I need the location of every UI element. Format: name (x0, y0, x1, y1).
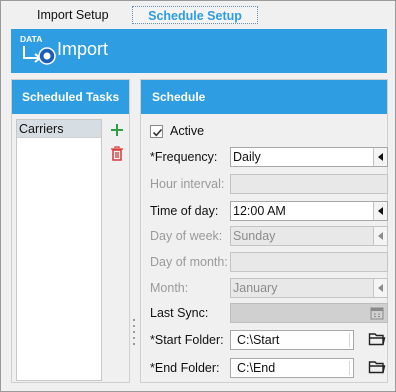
last-sync-label: Last Sync: (150, 306, 209, 320)
day-of-month-label: Day of month: (150, 255, 228, 269)
list-item[interactable]: Carriers (17, 120, 101, 138)
task-list[interactable]: Carriers (16, 119, 102, 381)
page-title: Import (57, 39, 109, 59)
time-of-day-select[interactable]: 12:00 AM (230, 201, 388, 221)
schedule-heading: Schedule (141, 80, 387, 114)
tab-schedule-setup[interactable]: Schedule Setup (132, 6, 258, 24)
splitter-grip[interactable] (133, 319, 136, 349)
time-of-day-label: Time of day: (150, 204, 219, 218)
folder-icon[interactable] (368, 331, 386, 347)
hour-interval-input (230, 174, 388, 194)
active-checkbox[interactable] (150, 125, 163, 138)
trash-icon[interactable] (109, 145, 125, 161)
end-folder-row: *End Folder: C:\End (150, 358, 388, 378)
month-select: January (230, 278, 388, 298)
window: Import Setup Schedule Setup DATA Import … (0, 0, 396, 392)
start-folder-row: *Start Folder: C:\Start (150, 330, 388, 350)
hour-interval-row: Hour interval: (150, 174, 388, 194)
scheduled-tasks-panel: Scheduled Tasks Carriers (11, 79, 130, 383)
start-folder-label: *Start Folder: (150, 333, 224, 347)
data-import-logo: DATA (20, 34, 56, 65)
dropdown-arrow-icon (373, 227, 387, 245)
frequency-value: Daily (233, 150, 261, 164)
start-folder-input[interactable]: C:\Start (230, 330, 354, 350)
tab-bar: Import Setup Schedule Setup (1, 1, 395, 28)
day-of-week-value: Sunday (233, 229, 276, 243)
active-row: Active (150, 122, 388, 142)
page-header: DATA Import (11, 29, 387, 73)
schedule-panel: Schedule Active *Frequency: Daily Hour i… (140, 79, 388, 383)
folder-icon[interactable] (368, 359, 386, 375)
day-of-week-row: Day of week: Sunday (150, 226, 388, 246)
day-of-week-select: Sunday (230, 226, 388, 246)
calendar-icon (370, 307, 384, 320)
frequency-row: *Frequency: Daily (150, 147, 388, 167)
dropdown-arrow-icon (373, 279, 387, 297)
check-icon (152, 128, 163, 137)
plus-icon[interactable] (109, 122, 125, 138)
day-of-week-label: Day of week: (150, 229, 223, 243)
month-value: January (233, 281, 278, 295)
end-folder-input[interactable]: C:\End (230, 358, 354, 378)
last-sync-row: Last Sync: (150, 303, 388, 323)
month-row: Month: January (150, 278, 388, 298)
svg-text:DATA: DATA (20, 34, 42, 44)
frequency-label: *Frequency: (150, 150, 218, 164)
dropdown-arrow-icon[interactable] (373, 202, 387, 220)
month-label: Month: (150, 281, 189, 295)
tab-import-setup[interactable]: Import Setup (37, 6, 109, 24)
frequency-select[interactable]: Daily (230, 147, 388, 167)
end-folder-label: *End Folder: (150, 361, 220, 375)
start-folder-value: C:\Start (237, 333, 280, 347)
hour-interval-label: Hour interval: (150, 177, 225, 191)
day-of-month-row: Day of month: (150, 252, 388, 272)
dropdown-arrow-icon[interactable] (373, 148, 387, 166)
day-of-month-input (230, 252, 388, 272)
time-of-day-value: 12:00 AM (233, 204, 286, 218)
time-of-day-row: Time of day: 12:00 AM (150, 201, 388, 221)
last-sync-input (230, 303, 388, 323)
end-folder-value: C:\End (237, 361, 276, 375)
active-label: Active (170, 124, 205, 138)
scheduled-tasks-heading: Scheduled Tasks (12, 80, 129, 114)
